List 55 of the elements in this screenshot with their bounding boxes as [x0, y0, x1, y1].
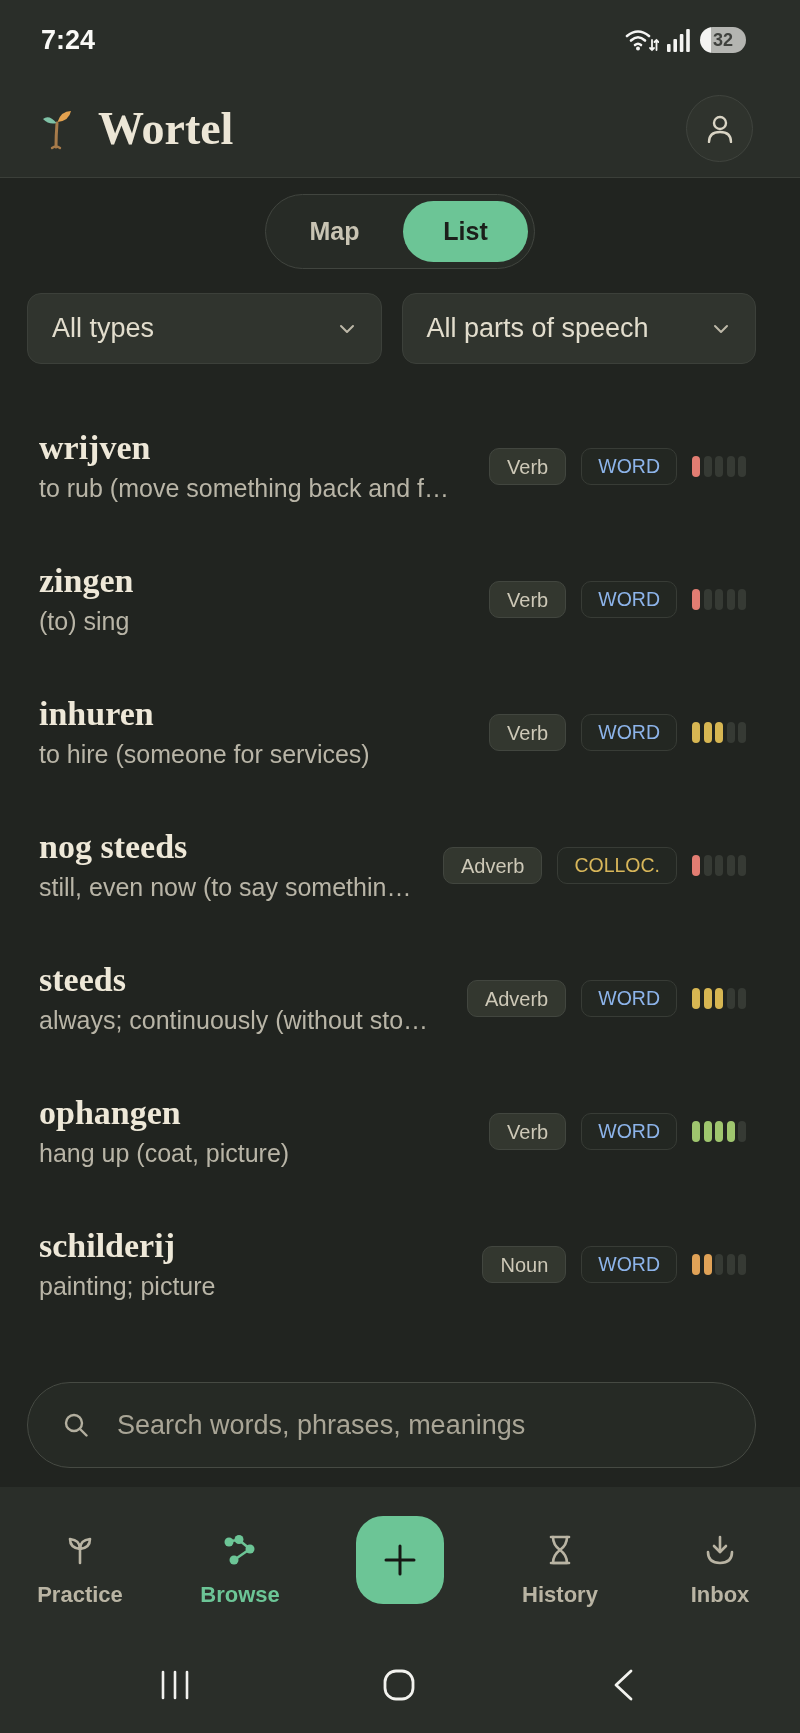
- nav-tab[interactable]: Inbox: [684, 1516, 756, 1612]
- entry-meaning: to hire (someone for services): [39, 739, 371, 771]
- entry-meaning: always; continuously (without sto…: [39, 1005, 430, 1037]
- plus-icon: [384, 1544, 416, 1576]
- entry-type-tag: WORD: [581, 980, 677, 1017]
- entry-meaning: still, even now (to say somethin…: [39, 872, 413, 904]
- app-title: Wortel: [98, 105, 234, 152]
- part-of-speech-tag: Verb: [489, 714, 567, 751]
- back-icon[interactable]: [612, 1668, 634, 1701]
- nav-tab[interactable]: Browse: [194, 1516, 286, 1612]
- download-icon: [705, 1535, 735, 1565]
- entry-meaning: (to) sing: [39, 606, 131, 638]
- entry-word: inhuren: [39, 694, 155, 734]
- view-tab[interactable]: Map: [272, 201, 397, 262]
- entry-type-tag: WORD: [581, 1246, 677, 1283]
- add-button[interactable]: [356, 1516, 444, 1604]
- chevron-down-icon: [338, 323, 355, 334]
- person-icon: [706, 114, 733, 143]
- filter-dropdown[interactable]: All parts of speech: [401, 293, 756, 364]
- battery-indicator: 32: [700, 27, 746, 53]
- nodes-icon: [224, 1535, 256, 1565]
- entry-type-tag: WORD: [581, 1113, 677, 1150]
- part-of-speech-tag: Verb: [489, 448, 567, 485]
- part-of-speech-tag: Noun: [482, 1246, 567, 1283]
- wifi-icon: [625, 28, 659, 52]
- entry-type-tag: WORD: [581, 714, 677, 751]
- entry-word: zingen: [39, 561, 135, 601]
- part-of-speech-tag: Verb: [489, 1113, 567, 1150]
- hourglass-icon: [548, 1535, 572, 1565]
- search-field[interactable]: Search words, phrases, meanings: [27, 1382, 756, 1468]
- sprout-icon: [67, 1535, 93, 1565]
- entry-type-tag: COLLOC.: [557, 847, 677, 884]
- filter-dropdown[interactable]: All types: [27, 293, 382, 364]
- part-of-speech-tag: Verb: [489, 581, 567, 618]
- nav-tab[interactable]: History: [516, 1516, 604, 1612]
- entry-word: nog steeds: [39, 827, 189, 867]
- home-icon[interactable]: [383, 1668, 415, 1701]
- part-of-speech-tag: Adverb: [443, 847, 543, 884]
- entry-word: steeds: [39, 960, 127, 1000]
- entry-meaning: to rub (move something back and f…: [39, 473, 450, 505]
- entry-meaning: painting; picture: [39, 1271, 217, 1303]
- part-of-speech-tag: Adverb: [466, 980, 567, 1017]
- entry-type-tag: WORD: [581, 581, 677, 618]
- entry-type-tag: WORD: [581, 448, 677, 485]
- view-tab[interactable]: List: [403, 201, 528, 262]
- recent-apps-icon[interactable]: [160, 1669, 190, 1700]
- entry-word: ophangen: [39, 1093, 182, 1133]
- entry-meaning: hang up (coat, picture): [39, 1138, 291, 1170]
- status-time: 7:24: [41, 26, 96, 54]
- nav-tab[interactable]: Practice: [31, 1516, 129, 1612]
- signal-icon: [667, 28, 690, 52]
- search-icon: [64, 1413, 88, 1437]
- entry-word: schilderij: [39, 1226, 176, 1266]
- entry-word: wrijven: [39, 428, 152, 468]
- chevron-down-icon: [713, 323, 729, 334]
